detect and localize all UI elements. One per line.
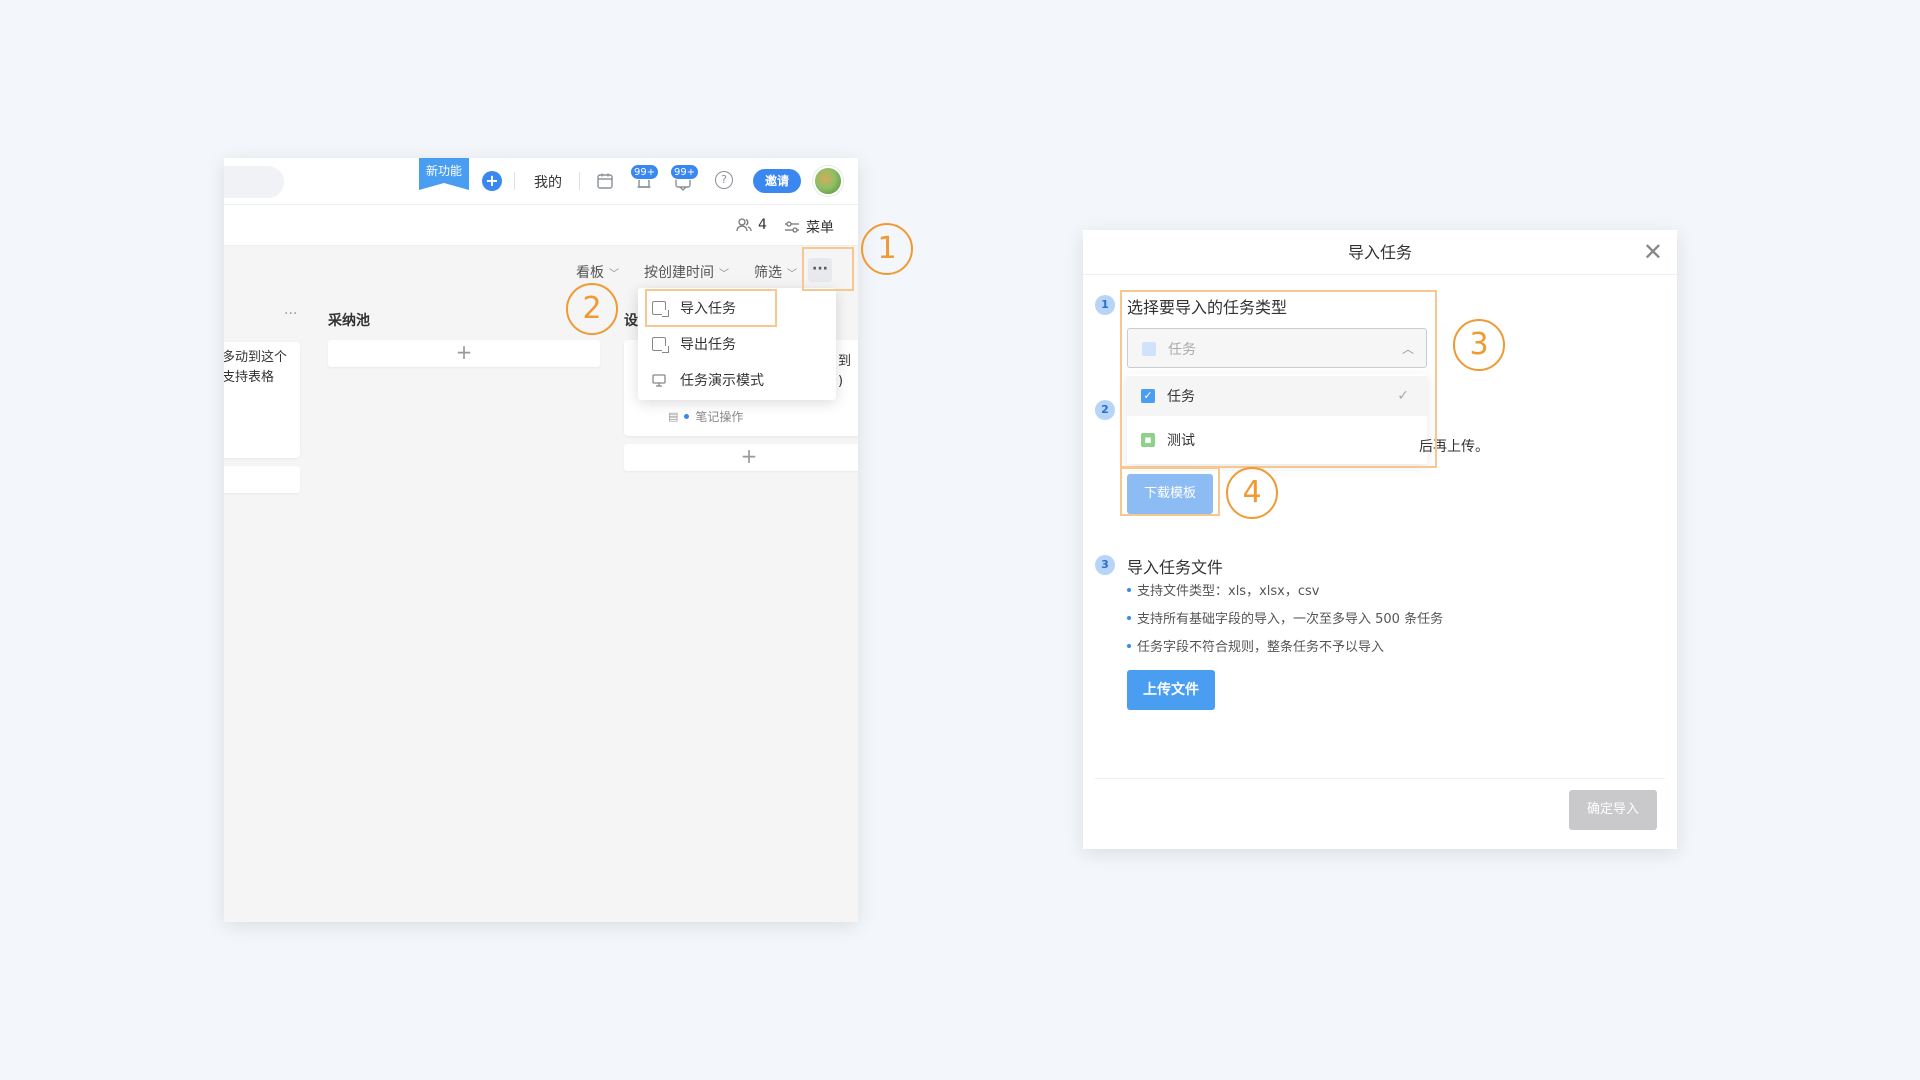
invite-button[interactable]: 邀请 bbox=[753, 169, 801, 193]
divider bbox=[1095, 778, 1665, 779]
step-number: 3 bbox=[1095, 555, 1115, 575]
card-text: 支持表格 bbox=[224, 370, 275, 385]
divider bbox=[514, 172, 515, 190]
step-number: 2 bbox=[1095, 400, 1115, 420]
add-card-button[interactable]: + bbox=[624, 444, 858, 471]
menu-button[interactable]: 菜单 bbox=[784, 217, 834, 237]
highlight-import-item bbox=[645, 289, 777, 327]
column-title: 采纳池 bbox=[328, 313, 370, 329]
search-input[interactable] bbox=[224, 166, 284, 198]
presentation-icon bbox=[652, 374, 666, 387]
add-card-button[interactable]: + bbox=[328, 340, 600, 367]
avatar[interactable] bbox=[813, 166, 843, 196]
card-text: 到 bbox=[838, 354, 852, 369]
hint-bullet: 支持所有基础字段的导入，一次至多导入 500 条任务 bbox=[1127, 608, 1443, 627]
menu-item-label: 导出任务 bbox=[680, 337, 736, 353]
view-selector[interactable]: 看板 ﹀ bbox=[576, 262, 619, 282]
note-icon: ▤ bbox=[668, 410, 679, 423]
hint-text: 支持文件类型：xls，xlsx，csv bbox=[1137, 584, 1320, 599]
member-count: 4 bbox=[758, 217, 767, 233]
members-button[interactable]: 4 bbox=[736, 217, 767, 233]
menu-item-presentation[interactable]: 任务演示模式 bbox=[638, 362, 836, 398]
card-text: ) bbox=[838, 374, 844, 389]
highlight-task-type bbox=[1120, 290, 1437, 468]
tag-label: 笔记操作 bbox=[695, 410, 744, 424]
menu-item-label: 任务演示模式 bbox=[680, 373, 764, 389]
close-icon[interactable]: ✕ bbox=[1643, 238, 1663, 266]
members-icon bbox=[736, 218, 752, 232]
calendar-icon[interactable] bbox=[596, 172, 614, 190]
step-title: 导入任务文件 bbox=[1127, 558, 1224, 577]
annotation-4: 4 bbox=[1226, 467, 1278, 519]
annotation-1: 1 bbox=[861, 223, 913, 275]
chevron-down-icon: ﹀ bbox=[609, 268, 619, 280]
filter-selector[interactable]: 筛选 ﹀ bbox=[754, 262, 797, 282]
hint-text: 支持所有基础字段的导入，一次至多导入 500 条任务 bbox=[1137, 612, 1444, 627]
card-text: 多动到这个 bbox=[224, 350, 288, 365]
highlight-download bbox=[1120, 467, 1220, 516]
chevron-down-icon: ﹀ bbox=[787, 268, 797, 280]
export-icon bbox=[652, 337, 669, 353]
tag-dot bbox=[684, 414, 690, 419]
upload-file-button[interactable]: 上传文件 bbox=[1127, 670, 1215, 710]
notification-badge: 99+ bbox=[630, 164, 660, 180]
kanban-board: 看板 ﹀ 按创建时间 ﹀ 筛选 ﹀ ··· ··· 多动到这个 支持表格 采纳池 + … bbox=[224, 246, 858, 922]
new-feature-ribbon[interactable]: 新功能 bbox=[419, 158, 469, 190]
column-title: 设 bbox=[624, 313, 638, 329]
hint-text: 任务字段不符合规则，整条任务不予以导入 bbox=[1137, 640, 1385, 655]
add-card-button[interactable] bbox=[224, 466, 300, 493]
sort-selector[interactable]: 按创建时间 ﹀ bbox=[644, 262, 729, 282]
sub-bar: 4 菜单 bbox=[224, 205, 858, 246]
add-icon[interactable]: + bbox=[482, 171, 502, 191]
column-more-icon[interactable]: ··· bbox=[284, 306, 297, 322]
dialog-title: 导入任务 bbox=[1083, 230, 1677, 275]
filter-label: 筛选 bbox=[754, 265, 782, 281]
message-badge: 99+ bbox=[670, 164, 700, 180]
highlight-more-button bbox=[802, 247, 854, 291]
app-window: 新功能 + 我的 99+ 99+ ? 邀请 4 菜单 看板 ﹀ 按创建时间 ﹀ … bbox=[224, 158, 858, 922]
menu-label: 菜单 bbox=[806, 220, 834, 236]
annotation-2: 2 bbox=[566, 283, 618, 335]
card-tag: ▤ 笔记操作 bbox=[668, 408, 743, 425]
view-label: 看板 bbox=[576, 265, 604, 281]
help-icon[interactable]: ? bbox=[715, 171, 733, 189]
chevron-down-icon: ﹀ bbox=[719, 268, 729, 280]
top-bar: 新功能 + 我的 99+ 99+ ? 邀请 bbox=[224, 158, 858, 205]
divider bbox=[579, 172, 580, 190]
confirm-import-button[interactable]: 确定导入 bbox=[1569, 790, 1657, 830]
annotation-3: 3 bbox=[1453, 319, 1505, 371]
task-card[interactable]: 多动到这个 支持表格 bbox=[224, 342, 300, 458]
mine-link[interactable]: 我的 bbox=[534, 172, 562, 192]
sliders-icon bbox=[785, 221, 799, 233]
step-number: 1 bbox=[1095, 295, 1115, 315]
hint-bullet: 任务字段不符合规则，整条任务不予以导入 bbox=[1127, 636, 1384, 655]
hint-bullet: 支持文件类型：xls，xlsx，csv bbox=[1127, 580, 1319, 599]
sort-label: 按创建时间 bbox=[644, 265, 714, 281]
menu-item-export[interactable]: 导出任务 bbox=[638, 326, 836, 362]
